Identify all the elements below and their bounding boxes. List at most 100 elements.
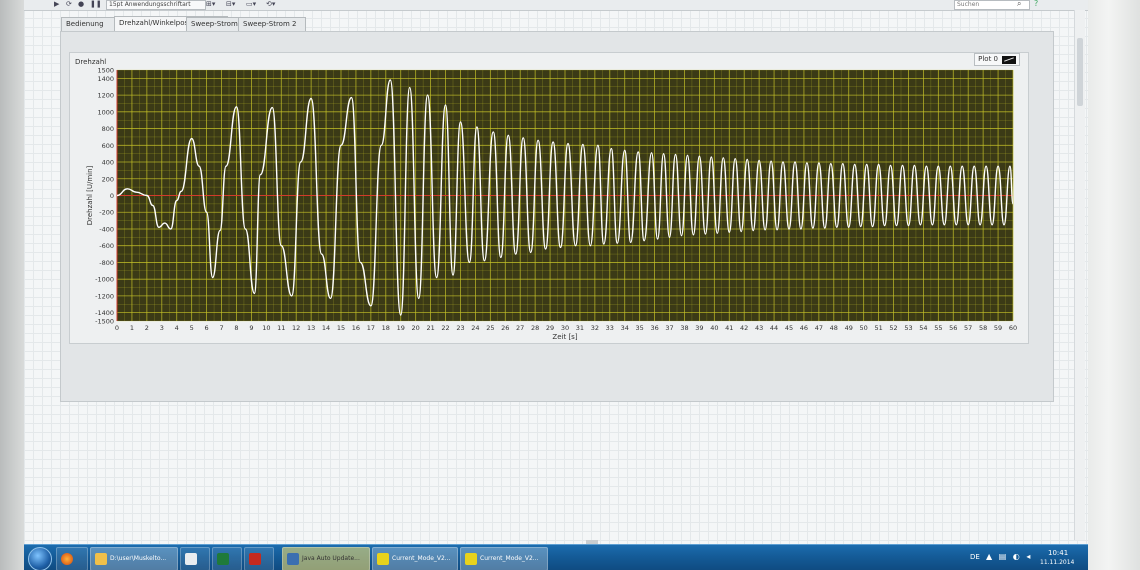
x-tick-label: 14 <box>322 324 330 332</box>
x-tick-label: 11 <box>277 324 285 332</box>
x-tick-label: 54 <box>919 324 927 332</box>
x-tick-label: 19 <box>397 324 405 332</box>
x-tick-label: 18 <box>382 324 390 332</box>
taskbar-app-explorer[interactable]: D:\user\Muskelto... <box>90 547 178 570</box>
x-tick-label: 17 <box>367 324 375 332</box>
font-select[interactable]: 15pt Anwendungsschriftart <box>106 0 206 10</box>
x-tick-label: 5 <box>190 324 194 332</box>
language-indicator[interactable]: DE <box>970 553 980 561</box>
legend-line-icon <box>1002 55 1016 64</box>
run-icon[interactable]: ▶ <box>54 0 59 9</box>
x-tick-label: 29 <box>546 324 554 332</box>
plot-legend[interactable]: Plot 0 <box>974 53 1020 66</box>
tab-sweep-strom-2[interactable]: Sweep-Strom 2 <box>238 17 306 31</box>
align-objects-icon[interactable]: ⊞▾ <box>206 0 215 9</box>
y-tick-label: -1500 <box>95 318 114 326</box>
x-tick-label: 37 <box>665 324 673 332</box>
x-tick-label: 50 <box>860 324 868 332</box>
x-tick-label: 42 <box>740 324 748 332</box>
tray-icons[interactable]: ▲ ▤ ◐ ◂ <box>986 552 1032 561</box>
y-tick-label: -400 <box>99 225 114 233</box>
monitor-bezel-right <box>1088 0 1140 570</box>
x-tick-label: 13 <box>307 324 315 332</box>
x-tick-label: 27 <box>516 324 524 332</box>
x-tick-label: 2 <box>145 324 149 332</box>
y-tick-label: -1400 <box>95 309 114 317</box>
x-tick-label: 8 <box>234 324 238 332</box>
scrollbar-thumb[interactable] <box>1077 38 1083 106</box>
taskbar-app-java-update[interactable]: Java Auto Update... <box>282 547 370 570</box>
x-tick-label: 38 <box>680 324 688 332</box>
y-tick-label: 0 <box>110 192 114 200</box>
distribute-objects-icon[interactable]: ⊟▾ <box>226 0 235 9</box>
toolbar: ▶ ⟳ ● ❚❚ 15pt Anwendungsschriftart ⊞▾ ⊟▾… <box>24 0 1088 11</box>
firefox-icon <box>61 552 73 565</box>
x-tick-label: 1 <box>130 324 134 332</box>
y-tick-label: 600 <box>102 142 114 150</box>
y-tick-label: -200 <box>99 209 114 217</box>
x-tick-label: 24 <box>471 324 479 332</box>
taskbar-app-tool[interactable] <box>180 547 210 570</box>
labview-front-panel: ▶ ⟳ ● ❚❚ 15pt Anwendungsschriftart ⊞▾ ⊟▾… <box>24 0 1088 570</box>
x-tick-label: 51 <box>874 324 882 332</box>
x-tick-label: 55 <box>934 324 942 332</box>
app-icon <box>185 552 197 565</box>
x-tick-label: 45 <box>785 324 793 332</box>
reorder-icon[interactable]: ⟲▾ <box>266 0 275 9</box>
x-tick-label: 4 <box>175 324 179 332</box>
y-tick-label: -1000 <box>95 276 114 284</box>
taskbar-app-labview-2[interactable]: Current_Mode_V2... <box>460 547 548 570</box>
x-tick-label: 40 <box>710 324 718 332</box>
run-continuously-icon[interactable]: ⟳ <box>66 0 72 9</box>
y-tick-label: -600 <box>99 242 114 250</box>
y-tick-label: -800 <box>99 259 114 267</box>
x-tick-label: 36 <box>650 324 658 332</box>
x-tick-label: 43 <box>755 324 763 332</box>
x-tick-label: 47 <box>815 324 823 332</box>
x-tick-label: 57 <box>964 324 972 332</box>
search-icon[interactable]: ⌕ <box>1017 0 1021 9</box>
x-tick-label: 23 <box>456 324 464 332</box>
y-tick-labels: 15001400 1200 1000 800 600 400 200 0 -200 -400 -60… <box>95 67 114 326</box>
y-tick-label: 1400 <box>97 75 114 83</box>
taskbar-app-acrobat[interactable] <box>244 547 274 570</box>
excel-icon <box>217 552 229 565</box>
help-icon[interactable]: ? <box>1034 0 1038 8</box>
pause-icon[interactable]: ❚❚ <box>90 0 102 9</box>
x-tick-label: 56 <box>949 324 957 332</box>
y-tick-label: 1000 <box>97 108 114 116</box>
monitor-bezel-left <box>0 0 24 570</box>
shield-icon <box>287 552 299 565</box>
x-axis-label: Zeit [s] <box>552 333 577 341</box>
vertical-scrollbar[interactable] <box>1074 10 1085 540</box>
tab-sweep-strom[interactable]: Sweep-Strom <box>186 17 242 31</box>
start-button[interactable] <box>28 547 52 570</box>
y-axis-label: Drehzahl [U/min] <box>86 165 94 225</box>
x-tick-label: 25 <box>486 324 494 332</box>
clock-date[interactable]: 11.11.2014 <box>1040 559 1074 566</box>
waveform-chart: Drehzahl Plot 0 1500 1400 1200 1000 800 600 40… <box>69 52 1029 344</box>
x-tick-label: 9 <box>249 324 253 332</box>
taskbar-app-labview-1[interactable]: Current_Mode_V2... <box>372 547 458 570</box>
graph-title: Drehzahl <box>75 58 107 66</box>
resize-objects-icon[interactable]: ▭▾ <box>246 0 256 9</box>
legend-label: Plot 0 <box>978 55 998 63</box>
y-tick-label: 800 <box>102 125 114 133</box>
clock-time[interactable]: 10:41 <box>1048 549 1068 557</box>
x-tick-label: 52 <box>889 324 897 332</box>
taskbar-app-firefox[interactable] <box>56 547 88 570</box>
y-tick-label: 200 <box>102 175 114 183</box>
x-tick-label: 0 <box>115 324 119 332</box>
y-tick-label: 1200 <box>97 92 114 100</box>
labview-icon <box>377 552 389 565</box>
taskbar-app-excel[interactable] <box>212 547 242 570</box>
x-tick-label: 60 <box>1009 324 1017 332</box>
tab-bedienung[interactable]: Bedienung <box>61 17 121 31</box>
y-tick-label: 1500 <box>97 67 114 75</box>
abort-icon[interactable]: ● <box>78 0 84 9</box>
labview-icon <box>465 552 477 565</box>
x-tick-label: 16 <box>352 324 360 332</box>
x-tick-label: 6 <box>205 324 209 332</box>
x-tick-label: 22 <box>441 324 449 332</box>
x-tick-label: 35 <box>636 324 644 332</box>
